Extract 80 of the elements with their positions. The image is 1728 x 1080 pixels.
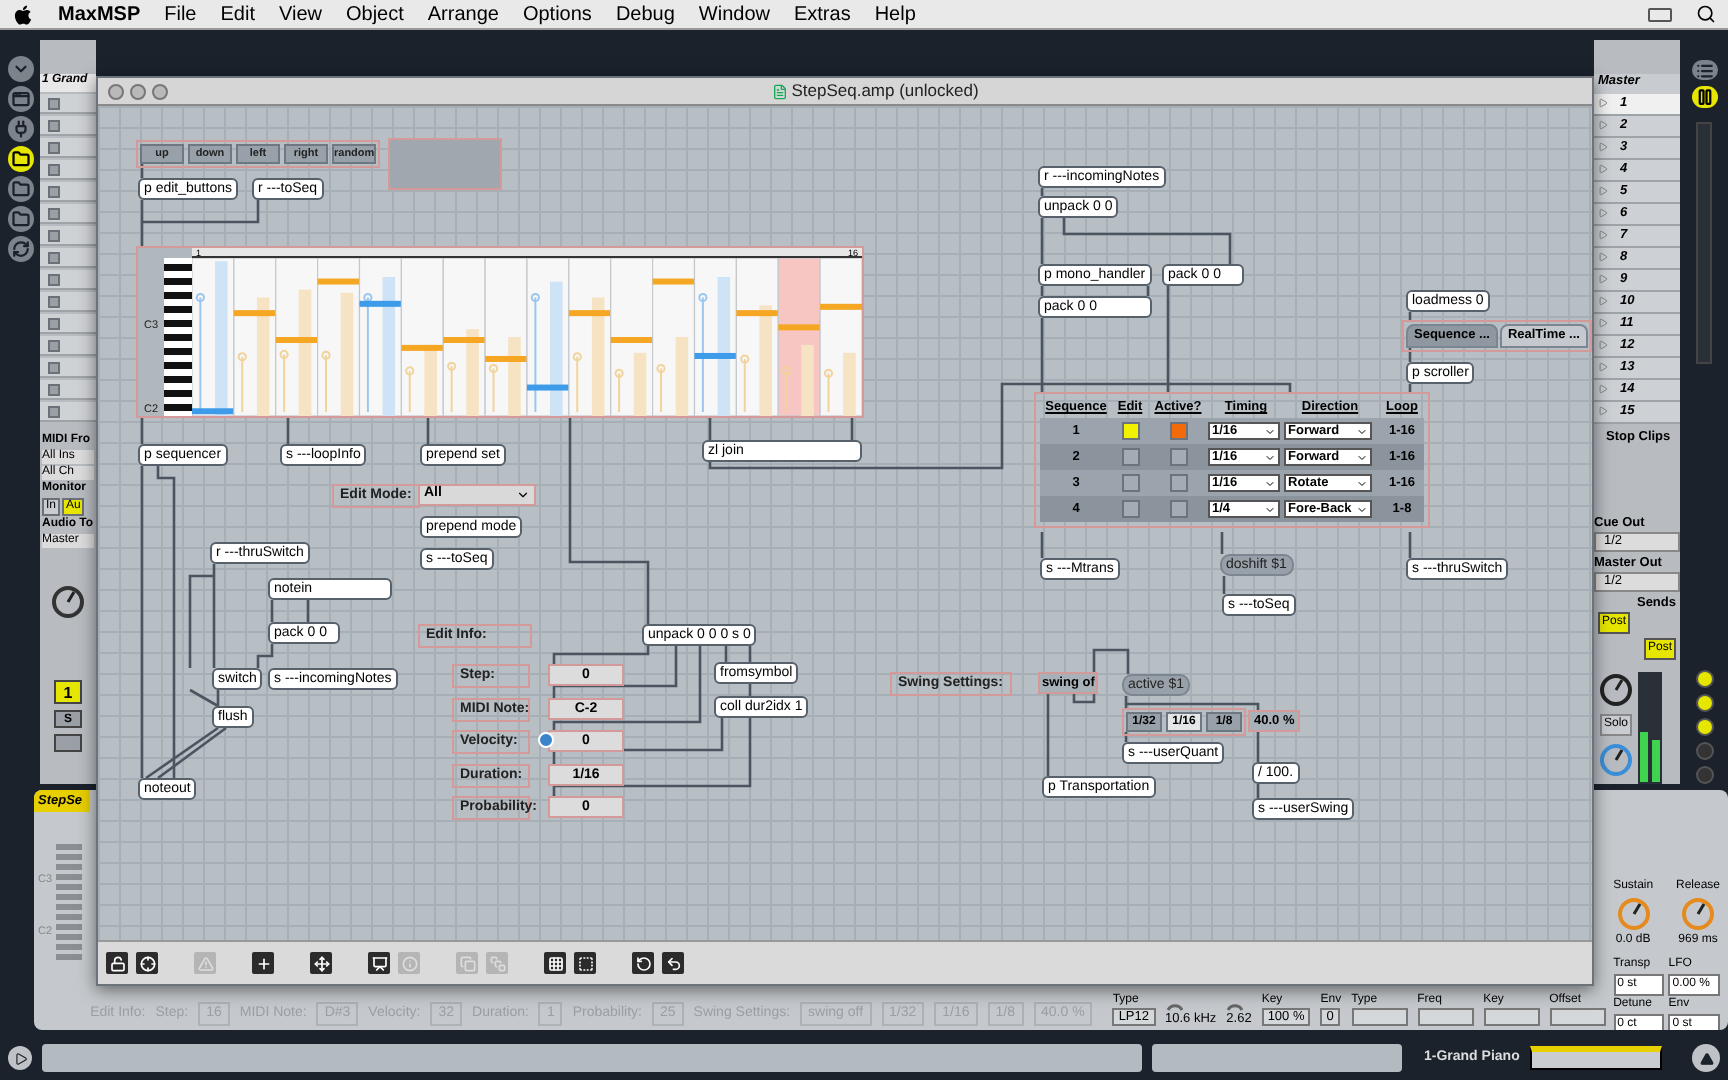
- track-activator[interactable]: 1: [54, 680, 82, 704]
- menu-item[interactable]: Debug: [615, 0, 675, 29]
- clip-slot[interactable]: [40, 292, 96, 312]
- plus-button[interactable]: [252, 952, 274, 974]
- menu-item[interactable]: Edit: [220, 0, 255, 29]
- level-meter-icon: [1638, 672, 1662, 784]
- clip-slot[interactable]: [40, 336, 96, 356]
- filter-type-menu[interactable]: [1351, 1008, 1408, 1026]
- window-icon[interactable]: [7, 86, 33, 112]
- active-checkbox[interactable]: [1169, 500, 1187, 518]
- menu-item[interactable]: File: [164, 0, 197, 29]
- menu-item[interactable]: View: [278, 0, 322, 29]
- menu-item[interactable]: Options: [522, 0, 592, 29]
- clip-slot[interactable]: [40, 182, 96, 202]
- presentation-button[interactable]: [368, 952, 390, 974]
- plug-icon[interactable]: [7, 116, 33, 142]
- move-button[interactable]: [310, 952, 332, 974]
- apple-icon[interactable]: [12, 3, 34, 25]
- edit-checkbox[interactable]: [1121, 500, 1139, 518]
- clip-slot[interactable]: [40, 226, 96, 246]
- clip-slot[interactable]: [40, 138, 96, 158]
- play-icon[interactable]: [8, 1046, 32, 1071]
- search-icon[interactable]: [1696, 4, 1716, 24]
- envelope-knob[interactable]: [1679, 896, 1716, 932]
- window-title: StepSeq.amp (unlocked): [791, 78, 979, 104]
- clip-slot[interactable]: [40, 248, 96, 268]
- info-icon: [538, 732, 554, 748]
- clip-slot[interactable]: [40, 160, 96, 180]
- refresh-icon[interactable]: [7, 236, 33, 262]
- envelope-knob[interactable]: [1615, 896, 1652, 932]
- snap-button[interactable]: [574, 952, 596, 974]
- clip-slot[interactable]: [40, 94, 96, 114]
- document-icon: [771, 83, 788, 99]
- toggle-icon[interactable]: [1695, 741, 1713, 760]
- pause-icon[interactable]: [1691, 86, 1717, 108]
- toggle-icon[interactable]: [1695, 765, 1713, 784]
- display-panel: [388, 138, 502, 190]
- menu-item[interactable]: Arrange: [427, 0, 499, 29]
- pan-knob[interactable]: [50, 584, 86, 620]
- folder-icon[interactable]: [7, 146, 33, 172]
- menu-item[interactable]: MaxMSP: [58, 0, 141, 29]
- menu-item[interactable]: Window: [698, 0, 770, 29]
- scrollbar[interactable]: [1696, 121, 1712, 364]
- toggle-icon[interactable]: [1695, 693, 1713, 712]
- clip-slot[interactable]: [40, 270, 96, 290]
- filter-knob[interactable]: [1165, 998, 1183, 1012]
- undo-button[interactable]: [662, 952, 684, 974]
- unlock-button[interactable]: [106, 952, 128, 974]
- clip-slot[interactable]: [40, 358, 96, 378]
- clip-slot[interactable]: [40, 314, 96, 334]
- volume-knob[interactable]: [1598, 672, 1634, 708]
- param-field[interactable]: [1417, 1008, 1474, 1026]
- menu-item[interactable]: Extras: [793, 0, 851, 29]
- input-menu-icon[interactable]: [1648, 7, 1672, 21]
- cue-knob[interactable]: [1598, 742, 1634, 778]
- edit-checkbox[interactable]: [1121, 448, 1139, 466]
- crosshair-button[interactable]: [136, 952, 158, 974]
- active-checkbox[interactable]: [1169, 448, 1187, 466]
- grid-button[interactable]: [544, 952, 566, 974]
- toggle-icon[interactable]: [1695, 717, 1713, 736]
- menu-item[interactable]: Object: [345, 0, 404, 29]
- param-field[interactable]: [1483, 1008, 1540, 1026]
- piano-keys-icon[interactable]: [164, 258, 192, 416]
- active-checkbox[interactable]: [1169, 422, 1187, 440]
- filter-knob[interactable]: [1226, 998, 1245, 1012]
- patch-cord: [256, 644, 274, 668]
- list-icon[interactable]: [1691, 60, 1717, 81]
- edit-checkbox[interactable]: [1121, 474, 1139, 492]
- cpu-meter: [1529, 1046, 1662, 1071]
- clip-slot[interactable]: [40, 380, 96, 400]
- clip-slot[interactable]: [40, 402, 96, 422]
- toggle-icon[interactable]: [1695, 669, 1713, 688]
- refresh-button[interactable]: [632, 952, 654, 974]
- clip-slot[interactable]: [40, 204, 96, 224]
- down-chevron-icon[interactable]: [7, 56, 33, 82]
- active-checkbox[interactable]: [1169, 474, 1187, 492]
- param-field[interactable]: [1549, 1008, 1606, 1026]
- edit-checkbox[interactable]: [1121, 422, 1139, 440]
- menu-item[interactable]: Help: [874, 0, 916, 29]
- clip-slot[interactable]: [40, 116, 96, 136]
